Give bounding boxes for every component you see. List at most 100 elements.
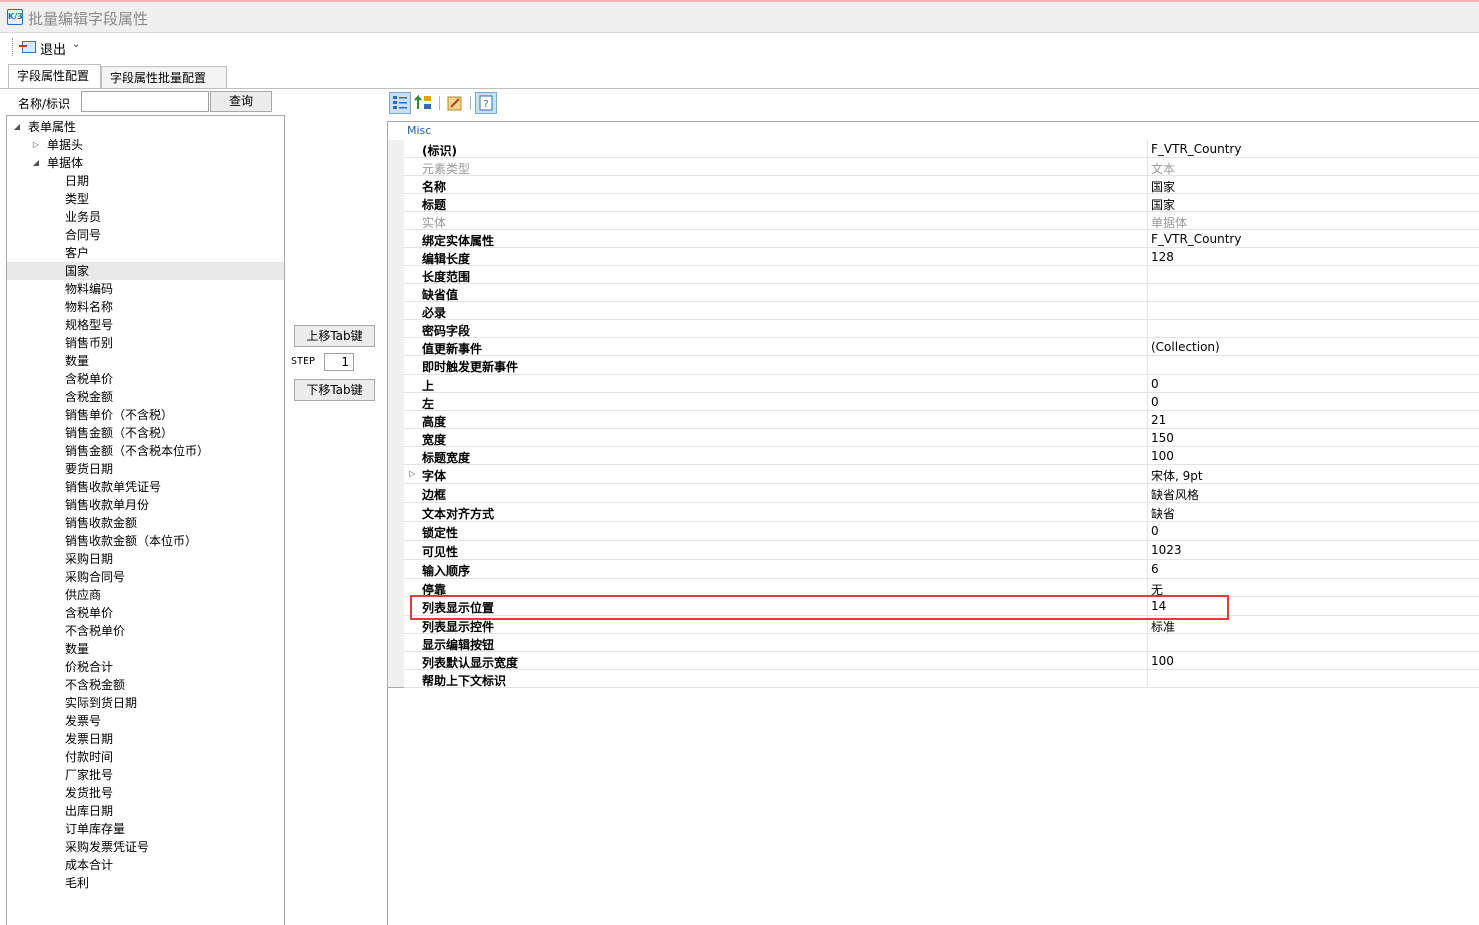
- property-row[interactable]: 显示编辑按钮: [404, 634, 1479, 652]
- collapse-arrow-icon[interactable]: ◢: [31, 154, 41, 172]
- property-row[interactable]: 实体 单据体: [404, 212, 1479, 230]
- property-row[interactable]: 高度 21: [404, 411, 1479, 429]
- tree-item[interactable]: 毛利: [7, 874, 284, 892]
- property-value[interactable]: 128: [1151, 250, 1174, 264]
- tree-item[interactable]: 含税单价: [7, 604, 284, 622]
- tree-item[interactable]: 规格型号: [7, 316, 284, 334]
- property-row[interactable]: 绑定实体属性 F_VTR_Country: [404, 230, 1479, 248]
- property-value[interactable]: F_VTR_Country: [1151, 232, 1241, 246]
- tree-item[interactable]: 发票号: [7, 712, 284, 730]
- tree-item[interactable]: 订单库存量: [7, 820, 284, 838]
- step-input[interactable]: 1: [324, 353, 354, 371]
- tree-item[interactable]: 合同号: [7, 226, 284, 244]
- tree-item[interactable]: 出库日期: [7, 802, 284, 820]
- tree-item[interactable]: 销售币别: [7, 334, 284, 352]
- tree-item[interactable]: 采购日期: [7, 550, 284, 568]
- tree-item[interactable]: 价税合计: [7, 658, 284, 676]
- property-row[interactable]: 上0: [404, 375, 1479, 393]
- tree-item[interactable]: 发票日期: [7, 730, 284, 748]
- property-row[interactable]: 帮助上下文标识: [404, 670, 1479, 688]
- tree-item[interactable]: 销售金额（不含税本位币）: [7, 442, 284, 460]
- property-value[interactable]: 150: [1151, 431, 1174, 445]
- categorized-view-icon[interactable]: [389, 92, 411, 114]
- property-row[interactable]: 宽度 150: [404, 429, 1479, 447]
- tree-root[interactable]: ◢ 表单属性: [7, 118, 284, 136]
- property-value[interactable]: 国家: [1151, 196, 1175, 213]
- tab-field-property-batch-config[interactable]: 字段属性批量配置: [101, 66, 227, 88]
- property-pages-icon[interactable]: [444, 92, 466, 114]
- property-row[interactable]: 输入顺序 6: [404, 560, 1479, 579]
- property-value[interactable]: 缺省: [1151, 505, 1175, 522]
- tree-group-header[interactable]: ▷ 单据头: [7, 136, 284, 154]
- chevron-down-icon[interactable]: ⌄: [72, 39, 80, 50]
- tree-item[interactable]: 销售金额（不含税）: [7, 424, 284, 442]
- tree-item[interactable]: 实际到货日期: [7, 694, 284, 712]
- property-row[interactable]: (标识) F_VTR_Country: [404, 140, 1479, 158]
- property-value[interactable]: 21: [1151, 413, 1166, 427]
- property-value[interactable]: 0: [1151, 395, 1159, 409]
- exit-button[interactable]: 退出: [40, 39, 66, 58]
- property-value[interactable]: 宋体, 9pt: [1151, 467, 1203, 484]
- tree-item[interactable]: 销售单价（不含税）: [7, 406, 284, 424]
- move-tab-up-button[interactable]: 上移Tab键: [294, 325, 375, 347]
- tab-field-property-config[interactable]: 字段属性配置: [8, 64, 101, 89]
- property-row[interactable]: 可见性 1023: [404, 541, 1479, 560]
- property-value[interactable]: 6: [1151, 562, 1159, 576]
- collapse-arrow-icon[interactable]: ◢: [12, 118, 22, 136]
- tree-group-body[interactable]: ◢ 单据体: [7, 154, 284, 172]
- property-row[interactable]: 缺省值: [404, 284, 1479, 302]
- property-value[interactable]: 0: [1151, 524, 1159, 538]
- tree-item[interactable]: 物料编码: [7, 280, 284, 298]
- tree-item[interactable]: 客户: [7, 244, 284, 262]
- alphabetical-sort-icon[interactable]: [413, 92, 435, 114]
- tree-item[interactable]: 不含税单价: [7, 622, 284, 640]
- property-value[interactable]: 1023: [1151, 543, 1182, 557]
- tree-item[interactable]: 厂家批号: [7, 766, 284, 784]
- tree-item[interactable]: 发货批号: [7, 784, 284, 802]
- property-row[interactable]: 边框 缺省风格: [404, 484, 1479, 503]
- property-row[interactable]: 值更新事件 (Collection): [404, 338, 1479, 356]
- tree-item[interactable]: 国家: [7, 262, 284, 280]
- tree-item[interactable]: 数量: [7, 352, 284, 370]
- property-row[interactable]: 左0: [404, 393, 1479, 411]
- tree-item[interactable]: 含税金额: [7, 388, 284, 406]
- property-row[interactable]: 文本对齐方式 缺省: [404, 503, 1479, 522]
- exit-icon[interactable]: [19, 41, 36, 53]
- tree-item[interactable]: 销售收款单凭证号: [7, 478, 284, 496]
- property-row[interactable]: 编辑长度 128: [404, 248, 1479, 266]
- tree-item[interactable]: 日期: [7, 172, 284, 190]
- tree-item[interactable]: 销售收款金额（本位币）: [7, 532, 284, 550]
- tree-item[interactable]: 付款时间: [7, 748, 284, 766]
- tree-item[interactable]: 采购合同号: [7, 568, 284, 586]
- property-row[interactable]: 必录: [404, 302, 1479, 320]
- property-value[interactable]: 100: [1151, 449, 1174, 463]
- property-value[interactable]: 100: [1151, 654, 1174, 668]
- field-tree[interactable]: ◢ 表单属性 ▷ 单据头 ◢ 单据体 日期 类型 业务员 合同号 客户 国家 物料编码 物料名…: [6, 115, 285, 925]
- category-header[interactable]: Misc: [388, 122, 1479, 140]
- property-row[interactable]: 即时触发更新事件: [404, 356, 1479, 375]
- property-row[interactable]: 密码字段: [404, 320, 1479, 338]
- property-row[interactable]: 名称 国家: [404, 176, 1479, 194]
- tree-item[interactable]: 销售收款金额: [7, 514, 284, 532]
- property-row[interactable]: 元素类型 文本: [404, 158, 1479, 176]
- move-tab-down-button[interactable]: 下移Tab键: [294, 379, 375, 401]
- property-value[interactable]: (Collection): [1151, 340, 1220, 354]
- property-row[interactable]: 长度范围: [404, 266, 1479, 284]
- property-value[interactable]: 0: [1151, 377, 1159, 391]
- property-row[interactable]: 锁定性 0: [404, 522, 1479, 541]
- tree-item[interactable]: 业务员: [7, 208, 284, 226]
- property-row[interactable]: ▷ 字体 宋体, 9pt: [404, 465, 1479, 484]
- tree-item[interactable]: 数量: [7, 640, 284, 658]
- tree-item[interactable]: 成本合计: [7, 856, 284, 874]
- tree-item[interactable]: 销售收款单月份: [7, 496, 284, 514]
- tree-item[interactable]: 要货日期: [7, 460, 284, 478]
- tree-item[interactable]: 采购发票凭证号: [7, 838, 284, 856]
- property-row[interactable]: 标题 国家: [404, 194, 1479, 212]
- property-value[interactable]: 国家: [1151, 178, 1175, 195]
- property-value[interactable]: F_VTR_Country: [1151, 142, 1241, 156]
- help-icon[interactable]: ?: [475, 92, 497, 114]
- property-row[interactable]: 标题宽度 100: [404, 447, 1479, 465]
- expand-arrow-icon[interactable]: ▷: [31, 136, 41, 154]
- tree-item[interactable]: 物料名称: [7, 298, 284, 316]
- property-value[interactable]: 标准: [1151, 618, 1175, 635]
